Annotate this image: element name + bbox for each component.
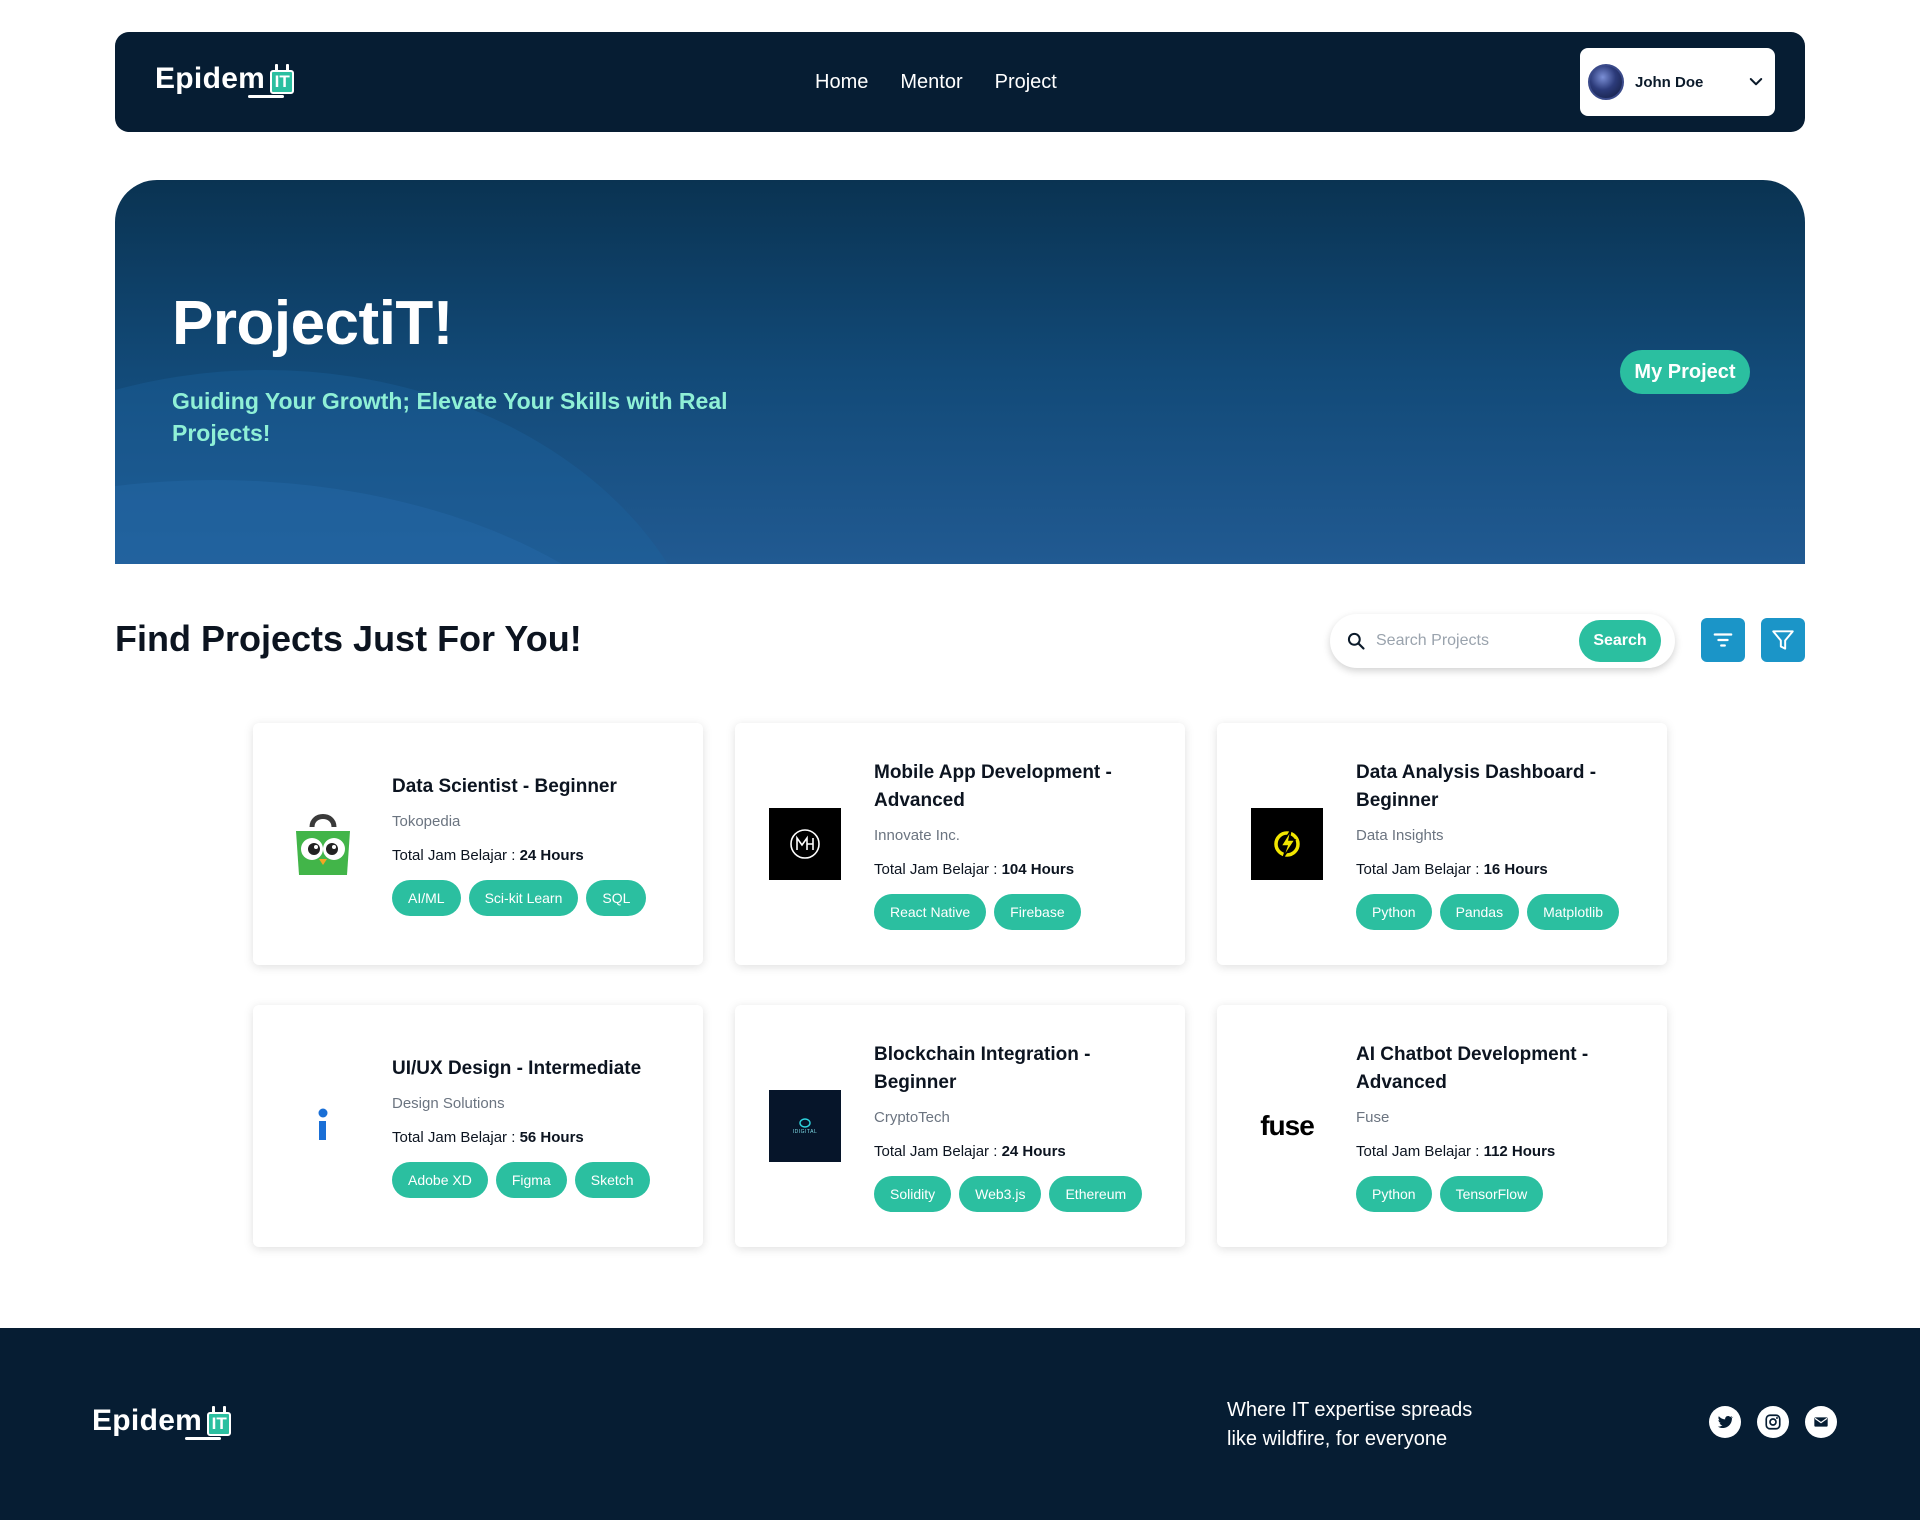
fuse-wordmark: fuse: [1260, 1110, 1315, 1141]
project-company: Design Solutions: [392, 1094, 505, 1112]
project-title[interactable]: Data Analysis Dashboard - Beginner: [1356, 759, 1647, 815]
tag[interactable]: AI/ML: [392, 879, 461, 916]
brand-word: Epidem: [92, 1404, 203, 1437]
tag-list: Python Pandas Matplotlib: [1356, 893, 1647, 930]
search-icon: [1347, 632, 1365, 650]
project-company: Innovate Inc.: [874, 826, 960, 844]
project-title[interactable]: Mobile App Development - Advanced: [874, 759, 1165, 815]
hero-subtitle: Guiding Your Growth; Elevate Your Skills…: [172, 388, 728, 446]
project-title[interactable]: AI Chatbot Development - Advanced: [1356, 1041, 1647, 1097]
chevron-down-icon: [1749, 78, 1763, 86]
brand-logo[interactable]: Epidem IT: [155, 62, 296, 98]
project-title[interactable]: Data Scientist - Beginner: [392, 773, 683, 801]
idigital-text: IDIGITAL: [792, 1128, 818, 1135]
filter-button[interactable]: [1761, 618, 1805, 662]
plug-icon: IT: [185, 1406, 233, 1440]
tag[interactable]: Sci-kit Learn: [468, 879, 579, 916]
instagram-link[interactable]: [1757, 1406, 1789, 1438]
tag[interactable]: Solidity: [874, 1175, 952, 1212]
tag[interactable]: Web3.js: [959, 1175, 1042, 1212]
tag[interactable]: Figma: [495, 1161, 567, 1198]
sort-button[interactable]: [1701, 618, 1745, 662]
project-grid: Data Scientist - Beginner Tokopedia Tota…: [253, 723, 1667, 1247]
project-hours: Total Jam Belajar : 16 Hours: [1356, 860, 1548, 878]
project-hours: Total Jam Belajar : 56 Hours: [392, 1128, 584, 1146]
search-bar: Search: [1330, 614, 1675, 668]
footer-brand-logo[interactable]: Epidem IT: [92, 1404, 233, 1440]
tag[interactable]: Adobe XD: [392, 1161, 488, 1198]
brand-word: Epidem: [155, 62, 266, 95]
user-name: John Doe: [1635, 73, 1704, 91]
project-hours: Total Jam Belajar : 24 Hours: [392, 846, 584, 864]
nav-link-home[interactable]: Home: [815, 71, 868, 94]
project-card[interactable]: IDIGITAL Blockchain Integration - Beginn…: [735, 1005, 1185, 1247]
project-company: CryptoTech: [874, 1108, 950, 1126]
project-hours: Total Jam Belajar : 112 Hours: [1356, 1142, 1556, 1160]
mail-icon: [1814, 1417, 1828, 1427]
project-card[interactable]: Mobile App Development - Advanced Innova…: [735, 723, 1185, 965]
nav-link-mentor[interactable]: Mentor: [900, 71, 962, 94]
sort-icon: [1713, 633, 1733, 647]
tag[interactable]: Matplotlib: [1527, 893, 1619, 930]
main-nav: Home Mentor Project: [815, 32, 1057, 132]
project-company: Fuse: [1356, 1108, 1390, 1126]
project-card[interactable]: Data Analysis Dashboard - Beginner Data …: [1217, 723, 1667, 965]
tag-list: Python TensorFlow: [1356, 1175, 1647, 1212]
tag[interactable]: TensorFlow: [1439, 1175, 1544, 1212]
my-project-button[interactable]: My Project: [1620, 350, 1750, 394]
footer-tagline: Where IT expertise spreads like wildfire…: [1227, 1399, 1473, 1450]
footer: Epidem IT Where IT expertise spreads lik…: [0, 1328, 1920, 1520]
hero-title: ProjectiT!: [172, 289, 453, 358]
tag[interactable]: Python: [1356, 1175, 1432, 1212]
instagram-icon: [1765, 1414, 1781, 1430]
top-navbar: Epidem IT Home Mentor Project John Doe: [115, 32, 1805, 132]
nav-link-project[interactable]: Project: [995, 71, 1057, 94]
filter-icon: [1772, 630, 1794, 650]
tag[interactable]: Firebase: [994, 893, 1081, 930]
section-title: Find Projects Just For You!: [115, 618, 582, 659]
project-hours: Total Jam Belajar : 104 Hours: [874, 860, 1075, 878]
search-input[interactable]: [1376, 632, 1576, 650]
tag-list: Adobe XD Figma Sketch: [392, 1161, 683, 1198]
lightning-circle-logo: [1251, 808, 1323, 880]
tag[interactable]: SQL: [586, 879, 647, 916]
tag[interactable]: Ethereum: [1049, 1175, 1143, 1212]
project-card[interactable]: Data Scientist - Beginner Tokopedia Tota…: [253, 723, 703, 965]
project-card[interactable]: fuse AI Chatbot Development - Advanced F…: [1217, 1005, 1667, 1247]
tokopedia-logo: [287, 808, 359, 880]
twitter-link[interactable]: [1709, 1406, 1741, 1438]
brand-badge: IT: [207, 1412, 232, 1436]
avatar: [1588, 64, 1624, 100]
twitter-icon: [1717, 1416, 1734, 1428]
idigital-logo: IDIGITAL: [769, 1090, 841, 1162]
project-title[interactable]: Blockchain Integration - Beginner: [874, 1041, 1165, 1097]
project-card[interactable]: UI/UX Design - Intermediate Design Solut…: [253, 1005, 703, 1247]
hero-banner: ProjectiT! Guiding Your Growth; Elevate …: [115, 180, 1805, 564]
user-menu[interactable]: John Doe: [1580, 48, 1775, 116]
email-link[interactable]: [1805, 1406, 1837, 1438]
project-company: Tokopedia: [392, 812, 461, 830]
project-hours: Total Jam Belajar : 24 Hours: [874, 1142, 1066, 1160]
search-button[interactable]: Search: [1579, 620, 1661, 662]
tag[interactable]: Pandas: [1439, 893, 1520, 930]
fuse-logo: fuse: [1251, 1090, 1323, 1162]
project-title[interactable]: UI/UX Design - Intermediate: [392, 1055, 683, 1083]
tag[interactable]: React Native: [874, 893, 987, 930]
i-letter-logo: [287, 1090, 359, 1162]
tag-list: Solidity Web3.js Ethereum: [874, 1175, 1165, 1212]
project-company: Data Insights: [1356, 826, 1444, 844]
plug-icon: IT: [248, 64, 296, 98]
mh-monogram-logo: [769, 808, 841, 880]
tag[interactable]: Python: [1356, 893, 1432, 930]
tag[interactable]: Sketch: [574, 1161, 650, 1198]
tag-list: AI/ML Sci-kit Learn SQL: [392, 879, 683, 916]
tag-list: React Native Firebase: [874, 893, 1165, 930]
brand-badge: IT: [270, 70, 295, 94]
